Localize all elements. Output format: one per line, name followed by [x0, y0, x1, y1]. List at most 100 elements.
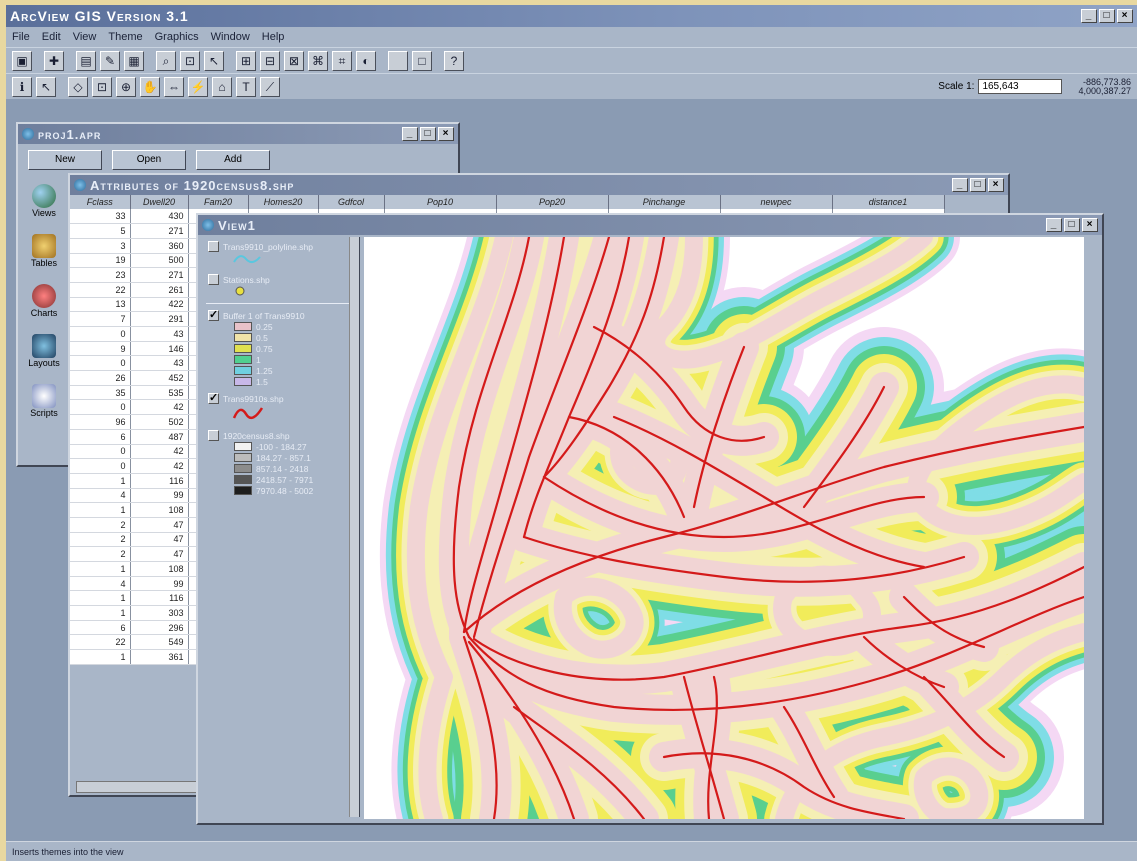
menu-view[interactable]: View — [73, 31, 97, 43]
cell-fclass[interactable]: 0 — [70, 458, 131, 474]
attributes-maximize-button[interactable]: □ — [970, 178, 986, 192]
cell-dwell20[interactable]: 422 — [130, 297, 189, 313]
project-maximize-button[interactable]: □ — [420, 127, 436, 141]
project-close-button[interactable]: × — [438, 127, 454, 141]
cell-dwell20[interactable]: 42 — [130, 444, 189, 460]
cell-dwell20[interactable]: 549 — [130, 634, 189, 651]
theme-checkbox[interactable] — [208, 241, 219, 252]
cell-fclass[interactable]: 6 — [70, 620, 131, 636]
cell-fclass[interactable]: 0 — [70, 444, 131, 460]
cell-fclass[interactable]: 3 — [70, 238, 131, 254]
cell-fclass[interactable]: 35 — [70, 385, 131, 401]
cell-fclass[interactable]: 19 — [70, 253, 131, 269]
zoom-out-fixed-icon[interactable]: ⌗ — [332, 50, 352, 71]
doc-type-scripts[interactable]: Scripts — [26, 382, 62, 428]
cell-dwell20[interactable]: 47 — [130, 532, 189, 548]
edit-legend-icon[interactable]: ✎ — [100, 50, 120, 71]
theme-checkbox[interactable]: ✓ — [208, 310, 219, 321]
clear-selection-icon[interactable]: □ — [412, 50, 432, 71]
cell-dwell20[interactable]: 47 — [130, 546, 189, 562]
select-graphics-icon[interactable] — [388, 50, 408, 71]
theme-properties-icon[interactable]: ▤ — [76, 50, 96, 71]
cell-fclass[interactable]: 7 — [70, 311, 131, 327]
find-icon[interactable]: ⌕ — [156, 50, 176, 71]
zoom-selected-icon[interactable]: ⊠ — [284, 50, 304, 71]
cell-dwell20[interactable]: 42 — [130, 399, 189, 416]
cell-fclass[interactable]: 2 — [70, 517, 131, 533]
text-icon[interactable]: T — [236, 76, 256, 97]
view-close-button[interactable]: × — [1082, 218, 1098, 232]
theme-checkbox[interactable] — [208, 274, 219, 285]
label-icon[interactable]: ⌂ — [212, 76, 232, 97]
cell-dwell20[interactable]: 303 — [130, 605, 189, 621]
scale-input[interactable] — [978, 79, 1063, 94]
cell-fclass[interactable]: 1 — [70, 649, 131, 665]
attributes-minimize-button[interactable]: _ — [952, 178, 968, 192]
measure-icon[interactable]: ⇔ — [164, 76, 184, 97]
select-feature-icon[interactable]: ⊡ — [92, 76, 112, 97]
col-header[interactable]: Dwell20 — [130, 195, 189, 209]
col-header[interactable]: Fclass — [70, 195, 131, 209]
col-header[interactable]: Pop20 — [496, 195, 609, 209]
cell-fclass[interactable]: 22 — [70, 282, 131, 298]
menu-edit[interactable]: Edit — [42, 31, 61, 43]
cell-dwell20[interactable]: 261 — [130, 282, 189, 298]
col-header[interactable]: Fam20 — [188, 195, 249, 209]
cell-fclass[interactable]: 0 — [70, 355, 131, 372]
cell-fclass[interactable]: 26 — [70, 370, 131, 386]
zoom-previous-icon[interactable]: ◐ — [356, 50, 376, 71]
locate-icon[interactable]: ⊡ — [180, 50, 200, 71]
pan-icon[interactable]: ✋ — [140, 76, 160, 97]
cell-dwell20[interactable]: 42 — [130, 458, 189, 474]
query-builder-icon[interactable]: ↖ — [204, 50, 224, 71]
menu-theme[interactable]: Theme — [108, 31, 142, 43]
cell-fclass[interactable]: 4 — [70, 576, 131, 592]
cell-dwell20[interactable]: 47 — [130, 517, 189, 533]
zoom-in-fixed-icon[interactable]: ⌘ — [308, 50, 328, 71]
view-window-titlebar[interactable]: View1 _ □ × — [198, 215, 1102, 235]
menu-graphics[interactable]: Graphics — [155, 31, 199, 43]
cell-dwell20[interactable]: 116 — [130, 590, 189, 607]
cell-dwell20[interactable]: 360 — [130, 238, 189, 254]
cell-fclass[interactable]: 1 — [70, 561, 131, 577]
cell-dwell20[interactable]: 99 — [130, 576, 189, 592]
view-minimize-button[interactable]: _ — [1046, 218, 1062, 232]
cell-dwell20[interactable]: 271 — [130, 223, 189, 239]
cell-dwell20[interactable]: 43 — [130, 355, 189, 372]
cell-dwell20[interactable]: 99 — [130, 488, 189, 504]
cell-dwell20[interactable]: 146 — [130, 341, 189, 357]
pointer-icon[interactable]: ↖ — [36, 76, 56, 97]
doc-type-charts[interactable]: Charts — [26, 282, 62, 328]
identify-icon[interactable]: ℹ — [12, 76, 32, 97]
project-open-button[interactable]: Open — [112, 150, 186, 170]
theme-checkbox[interactable] — [208, 430, 219, 441]
cell-fclass[interactable]: 0 — [70, 399, 131, 416]
cell-fclass[interactable]: 1 — [70, 502, 131, 518]
close-button[interactable]: × — [1117, 9, 1133, 23]
theme-stations[interactable]: Stations.shp — [202, 270, 359, 301]
col-header[interactable]: Gdfcol — [318, 195, 385, 209]
maximize-button[interactable]: □ — [1099, 9, 1115, 23]
minimize-button[interactable]: _ — [1081, 9, 1097, 23]
project-new-button[interactable]: New — [28, 150, 102, 170]
draw-icon[interactable]: ⟋ — [260, 76, 280, 97]
cell-dwell20[interactable]: 430 — [130, 209, 189, 225]
cell-fclass[interactable]: 23 — [70, 267, 131, 283]
add-theme-icon[interactable]: ✚ — [44, 50, 64, 71]
cell-dwell20[interactable]: 500 — [130, 253, 189, 269]
project-add-button[interactable]: Add — [196, 150, 270, 170]
attributes-window-titlebar[interactable]: Attributes of 1920census8.shp _ □ × — [70, 175, 1008, 195]
vertex-edit-icon[interactable]: ◇ — [68, 76, 88, 97]
theme-trans9910s[interactable]: ✓ Trans9910s.shp — [202, 389, 359, 426]
menu-file[interactable]: File — [12, 31, 30, 43]
doc-type-views[interactable]: Views — [26, 182, 62, 228]
cell-fclass[interactable]: 1 — [70, 590, 131, 607]
theme-checkbox[interactable]: ✓ — [208, 393, 219, 404]
theme-census[interactable]: 1920census8.shp -100 - 184.27 184.27 - 85… — [202, 426, 359, 498]
col-header[interactable]: Pop10 — [384, 195, 497, 209]
cell-dwell20[interactable]: 535 — [130, 385, 189, 401]
cell-fclass[interactable]: 9 — [70, 341, 131, 357]
col-header[interactable]: Homes20 — [248, 195, 319, 209]
cell-fclass[interactable]: 13 — [70, 297, 131, 313]
cell-dwell20[interactable]: 271 — [130, 267, 189, 283]
